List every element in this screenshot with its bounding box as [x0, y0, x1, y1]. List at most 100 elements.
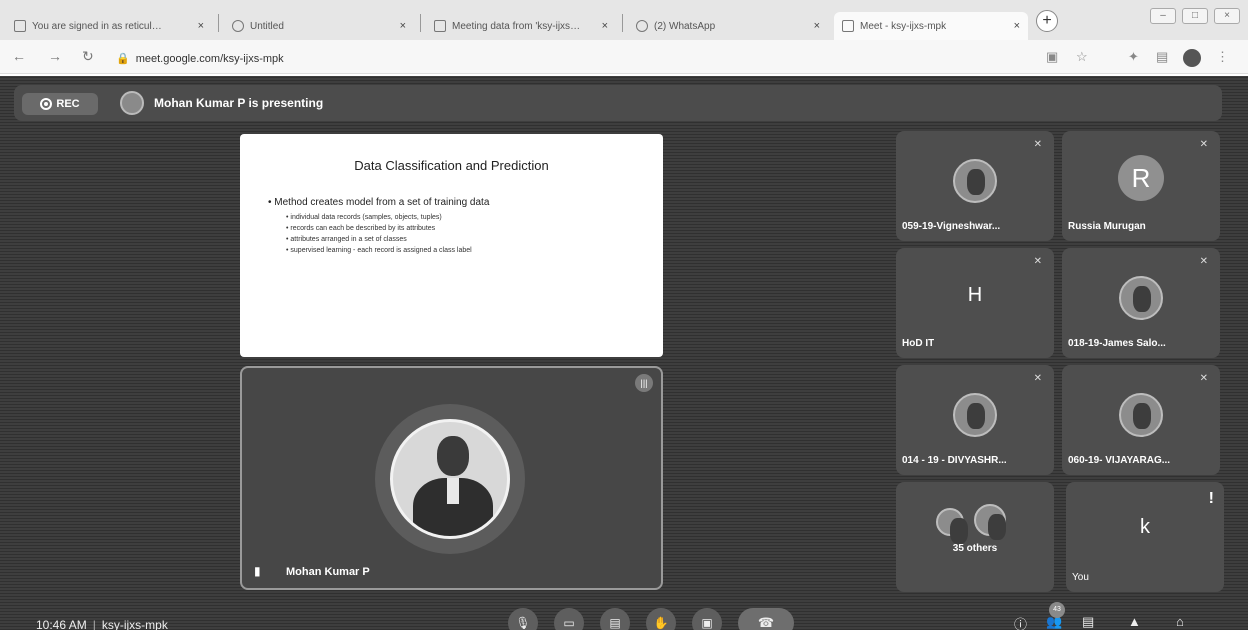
pin-icon[interactable]: ▮	[254, 564, 261, 578]
slide-main-bullet: • Method creates model from a set of tra…	[268, 197, 490, 208]
reading-list-icon[interactable]: ▤	[1156, 49, 1168, 65]
mic-off-icon: ✕	[1199, 139, 1208, 150]
browser-tab-3[interactable]: Meeting data from 'ksy-ijxs-mpk' ×	[426, 12, 616, 40]
captions-button[interactable]: ▤	[600, 608, 630, 630]
meeting-clock: 10:46 AM | ksy-ijxs-mpk	[36, 618, 168, 630]
url-field[interactable]: 🔒 meet.google.com/ksy-ijxs-mpk	[116, 52, 284, 65]
tab-separator	[218, 14, 219, 32]
tab-favicon-icon	[14, 20, 26, 32]
participant-avatar	[953, 159, 997, 203]
record-icon	[40, 98, 53, 110]
mic-off-icon: ✕	[1033, 256, 1042, 267]
others-avatar-icon	[936, 508, 968, 544]
participant-tile[interactable]: ✕ 018-19-James Salo...	[1062, 248, 1220, 358]
close-tab-icon[interactable]: ×	[1014, 20, 1020, 32]
close-tab-icon[interactable]: ×	[602, 20, 608, 32]
camera-permission-icon[interactable]: ▣	[1046, 49, 1058, 65]
close-tab-icon[interactable]: ×	[400, 20, 406, 32]
recording-badge: REC	[22, 93, 98, 115]
bookmark-star-icon[interactable]: ☆	[1076, 49, 1088, 65]
browser-tab-5[interactable]: Meet - ksy-ijxs-mpk ×	[834, 12, 1028, 40]
self-tile[interactable]: ! k You	[1066, 482, 1224, 592]
browser-tab-2[interactable]: Untitled ×	[224, 12, 414, 40]
back-icon[interactable]: ←	[12, 48, 26, 64]
slide-title: Data Classification and Prediction	[354, 158, 549, 173]
participant-tile[interactable]: ✕ H HoD IT	[896, 248, 1054, 358]
browser-tab-4[interactable]: (2) WhatsApp ×	[628, 12, 828, 40]
presenter-photo	[390, 419, 510, 539]
presenter-video-tile[interactable]: ||| ▮ Mohan Kumar P	[240, 366, 663, 590]
participant-name: 059-19-Vigneshwar...	[902, 221, 1001, 232]
meeting-details-icon[interactable]: ⓘ	[1014, 614, 1027, 630]
participant-tile[interactable]: ✕ 059-19-Vigneshwar...	[896, 131, 1054, 241]
participant-tile[interactable]: ✕ 060-19- VIJAYARAG...	[1062, 365, 1220, 475]
window-controls: – □ ×	[1150, 8, 1240, 24]
tab-title: You are signed in as reticulation	[32, 20, 162, 32]
lock-icon: 🔒	[116, 53, 130, 65]
call-controls-bar: 10:46 AM | ksy-ijxs-mpk 🎙 ▭ ▤ ✋ ▣ ☎ ⓘ 👥 43…	[0, 600, 1248, 630]
others-count-label: 35 others	[952, 543, 998, 554]
participant-name: 014 - 19 - DIVYASHR...	[902, 455, 1007, 466]
browser-tab-1[interactable]: You are signed in as reticulation ×	[6, 12, 212, 40]
whatsapp-icon	[636, 20, 648, 32]
raise-hand-button[interactable]: ✋	[646, 608, 676, 630]
mic-off-icon: ✕	[1033, 373, 1042, 384]
participant-name: Russia Murugan	[1068, 221, 1146, 232]
mic-off-icon: ✕	[1199, 373, 1208, 384]
others-tile[interactable]: 35 others	[896, 482, 1054, 592]
minimize-icon[interactable]: –	[1150, 8, 1176, 24]
reload-icon[interactable]: ↻	[82, 48, 94, 65]
forward-icon[interactable]: →	[48, 48, 62, 64]
mic-off-icon: ✕	[1199, 256, 1208, 267]
participant-name: 018-19-James Salo...	[1068, 338, 1166, 349]
audio-level-icon: |||	[635, 374, 653, 392]
activities-icon[interactable]: ▲	[1128, 614, 1141, 629]
alert-icon[interactable]: !	[1209, 490, 1214, 508]
new-tab-button[interactable]: +	[1036, 10, 1058, 32]
chat-icon[interactable]: ▤	[1082, 614, 1094, 630]
host-controls-icon[interactable]: ⌂	[1176, 614, 1184, 629]
end-call-button[interactable]: ☎	[738, 608, 794, 630]
tab-separator	[622, 14, 623, 32]
presenting-bar: REC Mohan Kumar P is presenting	[14, 85, 1222, 121]
tab-title: Untitled	[250, 20, 284, 32]
presenter-avatar	[120, 91, 144, 115]
people-count-badge: 43	[1049, 602, 1065, 618]
present-now-button[interactable]: ▣	[692, 608, 722, 630]
meet-icon	[842, 20, 854, 32]
close-window-icon[interactable]: ×	[1214, 8, 1240, 24]
camera-button[interactable]: ▭	[554, 608, 584, 630]
profile-avatar[interactable]	[1183, 49, 1201, 67]
slide-sub-bullet: supervised learning - each record is ass…	[286, 245, 471, 256]
more-menu-icon[interactable]: ⋮	[1216, 49, 1229, 65]
close-tab-icon[interactable]: ×	[198, 20, 204, 32]
tab-separator	[420, 14, 421, 32]
gmail-icon	[434, 20, 446, 32]
slide-sub-bullets: individual data records (samples, object…	[286, 212, 472, 256]
close-tab-icon[interactable]: ×	[814, 20, 820, 32]
extensions-icon[interactable]: ✦	[1128, 49, 1139, 65]
slide-sub-bullet: attributes arranged in a set of classes	[286, 234, 472, 245]
slide-sub-bullet: records can each be described by its att…	[286, 223, 472, 234]
participant-tile[interactable]: ✕ R Russia Murugan	[1062, 131, 1220, 241]
url-text: meet.google.com/ksy-ijxs-mpk	[135, 53, 284, 65]
participant-initial: R	[1118, 155, 1164, 201]
participant-avatar	[1119, 393, 1163, 437]
participant-initial: k	[1140, 516, 1150, 538]
others-avatar-icon	[974, 504, 1006, 540]
meeting-code: ksy-ijxs-mpk	[101, 618, 168, 630]
clock-time: 10:46 AM	[36, 618, 87, 630]
recording-label: REC	[56, 98, 80, 110]
slide-main-bullet-text: Method creates model from a set of train…	[274, 197, 490, 208]
presentation-slide: Data Classification and Prediction • Met…	[240, 134, 663, 357]
address-bar: ← → ↻ 🔒 meet.google.com/ksy-ijxs-mpk ▣ ☆ …	[0, 40, 1248, 74]
participant-avatar	[953, 393, 997, 437]
microphone-button[interactable]: 🎙	[508, 608, 538, 630]
participant-tile[interactable]: ✕ 014 - 19 - DIVYASHR...	[896, 365, 1054, 475]
presenting-status-text: Mohan Kumar P is presenting	[154, 96, 324, 110]
participant-name: 060-19- VIJAYARAG...	[1068, 455, 1171, 466]
participant-name: You	[1072, 572, 1089, 583]
maximize-icon[interactable]: □	[1182, 8, 1208, 24]
tab-favicon-icon	[232, 20, 244, 32]
presenter-name: Mohan Kumar P	[286, 566, 370, 578]
